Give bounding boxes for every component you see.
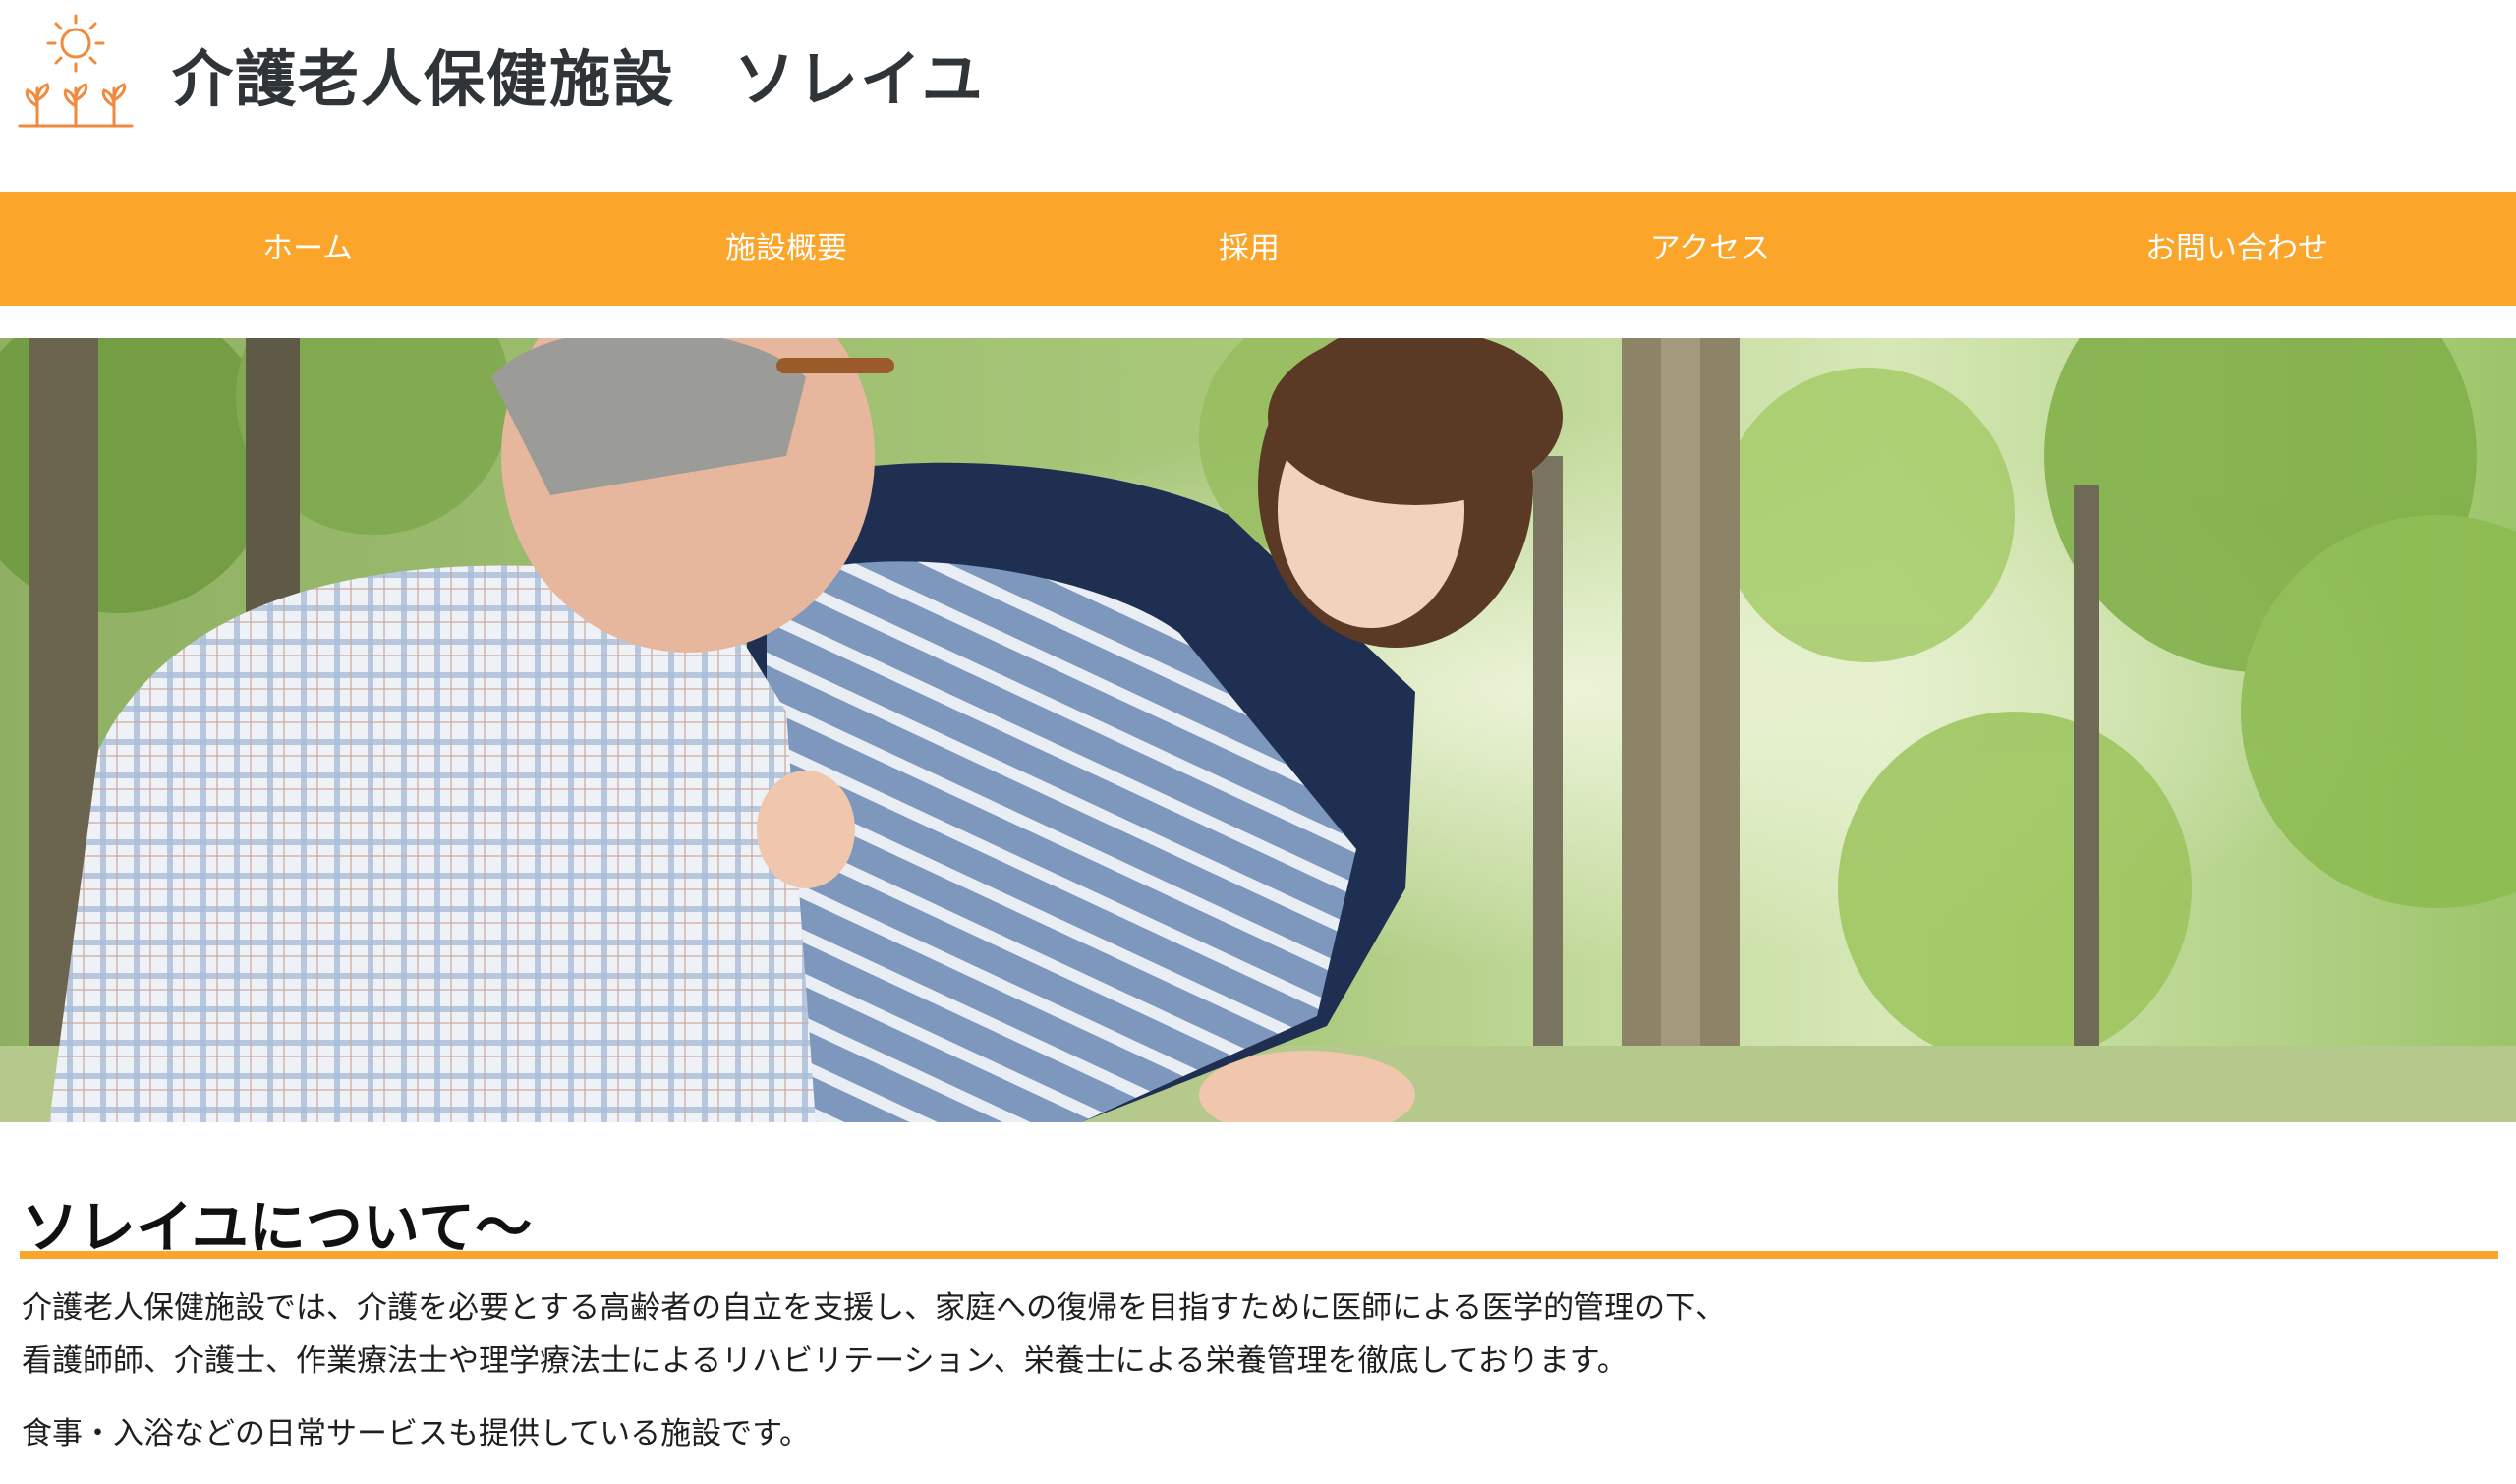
caregiver-with-elderly-man-in-park-photo	[0, 338, 2516, 1122]
site-title[interactable]: 介護老人保健施設 ソレイユ	[172, 29, 985, 118]
main-nav: ホーム 施設概要 採用 アクセス お問い合わせ	[0, 192, 2516, 306]
nav-item-access[interactable]: アクセス	[1650, 192, 1770, 306]
site-header: 介護老人保健施設 ソレイユ	[0, 0, 2516, 192]
sun-and-sprouts-icon[interactable]	[14, 10, 138, 134]
nav-item-recruitment[interactable]: 採用	[1219, 192, 1280, 306]
site-title-name: ソレイユ	[734, 43, 985, 115]
nav-item-home[interactable]: ホーム	[262, 192, 353, 306]
nav-item-facility-overview[interactable]: 施設概要	[725, 192, 847, 306]
heading-underline	[20, 1251, 2498, 1259]
about-paragraph-line-2: 看護師師、介護士、作業療法士や理学療法士によるリハビリテーション、栄養士による栄…	[22, 1343, 1628, 1379]
about-paragraph-2: 食事・入浴などの日常サービスも提供している施設です。	[22, 1416, 810, 1452]
site-title-facility-type: 介護老人保健施設	[172, 43, 676, 115]
nav-item-contact[interactable]: お問い合わせ	[2145, 192, 2328, 306]
hero-image	[0, 338, 2516, 1122]
about-paragraph-line-1: 介護老人保健施設では、介護を必要とする高齢者の自立を支援し、家庭への復帰を目指す…	[22, 1290, 1727, 1326]
